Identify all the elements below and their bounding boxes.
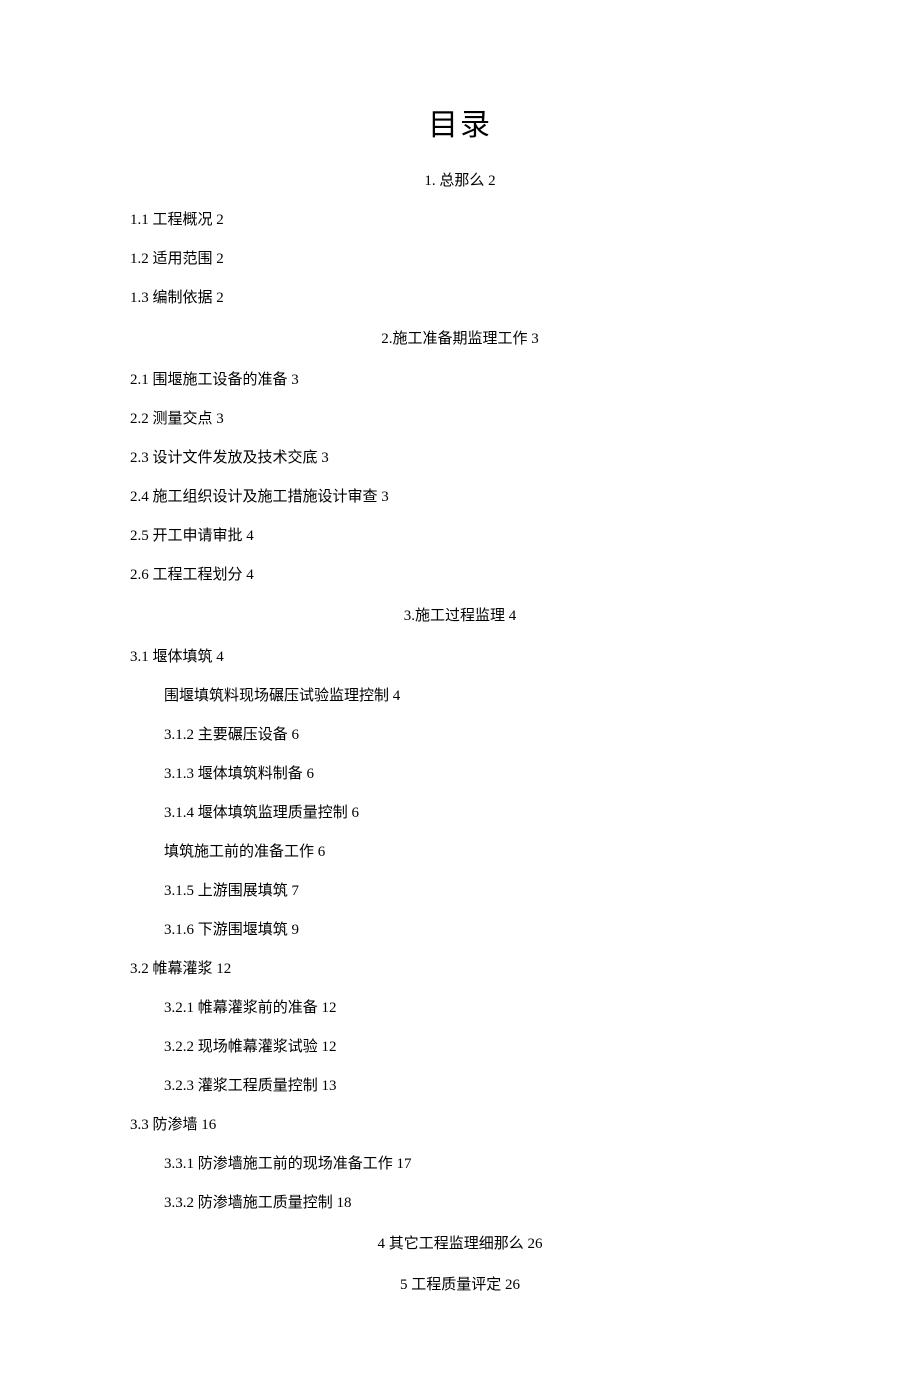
toc-section-header: 5 工程质量评定 26	[130, 1272, 790, 1299]
toc-level2-entry: 3.2.3 灌浆工程质量控制 13	[130, 1073, 790, 1100]
toc-level1-entry: 1.2 适用范围 2	[130, 246, 790, 273]
table-of-contents: 1. 总那么 2 1.1 工程概况 2 1.2 适用范围 2 1.3 编制依据 2 2.…	[130, 168, 790, 1299]
toc-level1-entry: 1.3 编制依据 2	[130, 285, 790, 312]
toc-level1-entry: 3.3 防渗墙 16	[130, 1112, 790, 1139]
toc-level2-entry: 填筑施工前的准备工作 6	[130, 839, 790, 866]
toc-level1-entry: 3.2 帷幕灌浆 12	[130, 956, 790, 983]
toc-level2-entry: 3.3.2 防渗墙施工质量控制 18	[130, 1190, 790, 1217]
toc-level1-entry: 2.6 工程工程划分 4	[130, 562, 790, 589]
toc-section-header: 4 其它工程监理细那么 26	[130, 1231, 790, 1258]
toc-section-header: 3.施工过程监理 4	[130, 603, 790, 630]
toc-level1-entry: 2.1 围堰施工设备的准备 3	[130, 367, 790, 394]
toc-level1-entry: 2.3 设计文件发放及技术交底 3	[130, 445, 790, 472]
toc-level2-entry: 围堰填筑料现场碾压试验监理控制 4	[130, 683, 790, 710]
toc-level2-entry: 3.1.6 下游围堰填筑 9	[130, 917, 790, 944]
document-page: 目录 1. 总那么 2 1.1 工程概况 2 1.2 适用范围 2 1.3 编制依据 …	[0, 0, 920, 1373]
toc-level2-entry: 3.3.1 防渗墙施工前的现场准备工作 17	[130, 1151, 790, 1178]
toc-level2-entry: 3.1.2 主要碾压设备 6	[130, 722, 790, 749]
page-title: 目录	[130, 100, 790, 144]
toc-level1-entry: 2.4 施工组织设计及施工措施设计审查 3	[130, 484, 790, 511]
toc-section-header: 2.施工准备期监理工作 3	[130, 326, 790, 353]
toc-level2-entry: 3.1.5 上游围展填筑 7	[130, 878, 790, 905]
toc-level1-entry: 1.1 工程概况 2	[130, 207, 790, 234]
toc-level2-entry: 3.1.3 堰体填筑料制备 6	[130, 761, 790, 788]
toc-centered-entry: 1. 总那么 2	[130, 168, 790, 195]
toc-level1-entry: 2.2 测量交点 3	[130, 406, 790, 433]
toc-level2-entry: 3.1.4 堰体填筑监理质量控制 6	[130, 800, 790, 827]
toc-level2-entry: 3.2.2 现场帷幕灌浆试验 12	[130, 1034, 790, 1061]
toc-level1-entry: 2.5 开工申请审批 4	[130, 523, 790, 550]
toc-level1-entry: 3.1 堰体填筑 4	[130, 644, 790, 671]
toc-level2-entry: 3.2.1 帷幕灌浆前的准备 12	[130, 995, 790, 1022]
